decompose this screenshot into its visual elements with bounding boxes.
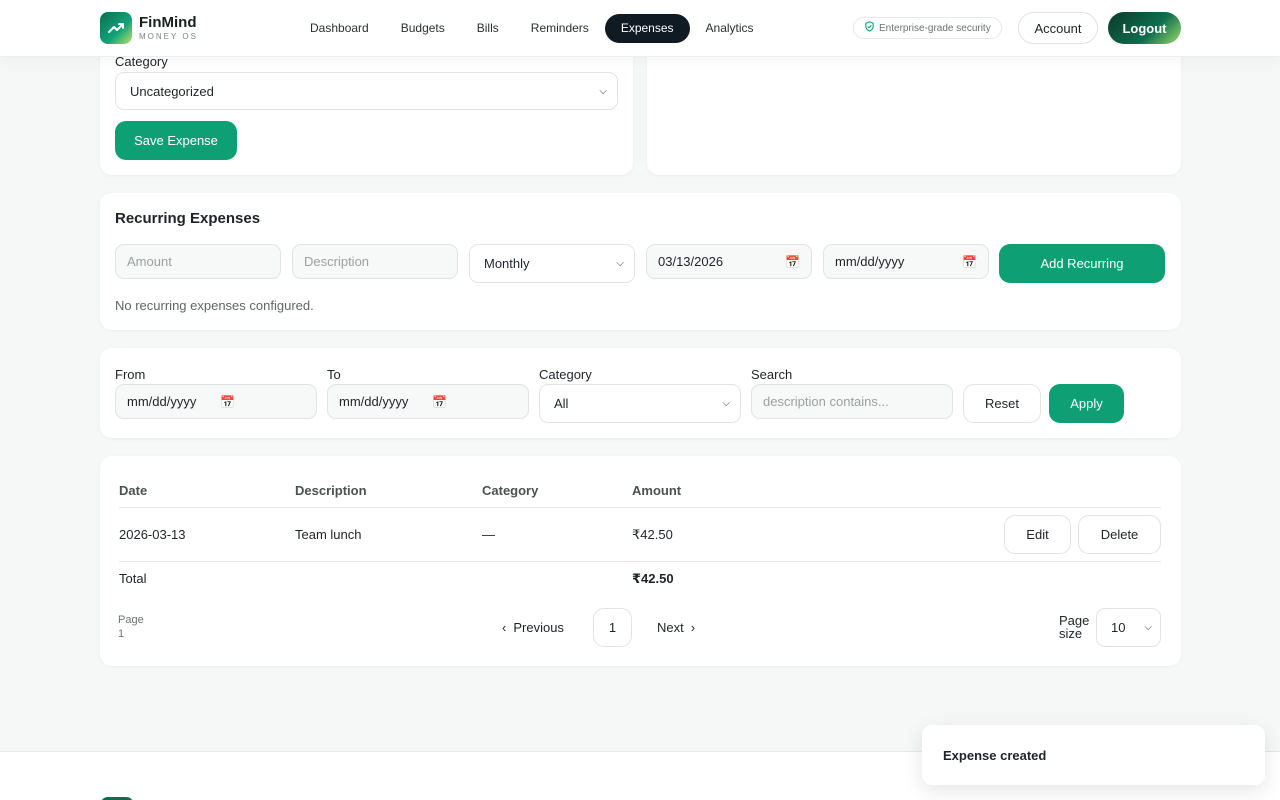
account-button[interactable]: Account [1018, 12, 1098, 44]
chevron-left-icon: ‹ [502, 620, 507, 635]
table-row-divider [119, 561, 1161, 562]
category-select[interactable]: Uncategorized ⌵ [115, 72, 618, 110]
filter-to-date-input[interactable]: mm/dd/yyyy 📅 [327, 384, 529, 419]
trend-up-icon [100, 12, 132, 44]
filter-category-value: All [554, 396, 569, 411]
col-header-amount: Amount [632, 483, 682, 498]
next-page-button[interactable]: Next › [657, 620, 695, 635]
col-header-description: Description [295, 483, 367, 498]
nav-item-expenses[interactable]: Expenses [604, 14, 690, 43]
total-label: Total [119, 571, 147, 586]
reset-button[interactable]: Reset [963, 384, 1041, 423]
security-badge-label: Enterprise-grade security [879, 22, 991, 34]
previous-page-button[interactable]: ‹ Previous [502, 620, 564, 635]
recurring-description-input[interactable]: Description [292, 244, 458, 279]
delete-button[interactable]: Delete [1078, 515, 1161, 554]
apply-button[interactable]: Apply [1049, 384, 1124, 423]
cell-amount: ₹42.50 [632, 527, 673, 542]
chevron-right-icon: › [690, 620, 696, 635]
brand-tagline: MONEY OS [139, 32, 198, 41]
chevron-down-icon: ⌵ [599, 85, 607, 97]
page-size-value: 10 [1111, 620, 1126, 635]
recurring-frequency-select[interactable]: Monthly ⌵ [469, 244, 635, 283]
nav-item-dashboard[interactable]: Dashboard [294, 14, 385, 43]
start-date-value: 03/13/2026 [658, 254, 724, 269]
nav-item-bills[interactable]: Bills [461, 14, 515, 43]
cell-description: Team lunch [295, 527, 362, 542]
category-select-value: Uncategorized [130, 83, 214, 99]
calendar-icon[interactable]: 📅 [432, 395, 447, 409]
shield-check-icon [864, 21, 875, 35]
chevron-down-icon: ⌵ [1144, 622, 1152, 633]
filter-category-select[interactable]: All ⌵ [539, 384, 741, 423]
filter-category-label: Category [539, 367, 592, 382]
recurring-title: Recurring Expenses [115, 210, 261, 227]
frequency-value: Monthly [484, 256, 530, 271]
filter-from-label: From [115, 367, 146, 382]
cell-date: 2026-03-13 [119, 527, 186, 542]
nav-item-reminders[interactable]: Reminders [515, 14, 605, 43]
nav-item-budgets[interactable]: Budgets [385, 14, 461, 43]
filter-search-input[interactable]: description contains... [751, 384, 953, 419]
calendar-icon[interactable]: 📅 [220, 395, 235, 409]
calendar-icon[interactable]: 📅 [962, 255, 977, 269]
chevron-down-icon: ⌵ [616, 258, 624, 269]
next-label: Next [657, 620, 684, 635]
logout-button[interactable]: Logout [1108, 12, 1181, 44]
recurring-start-date-input[interactable]: 03/13/2026 📅 [646, 244, 812, 279]
from-date-placeholder: mm/dd/yyyy [127, 394, 197, 409]
page-number-button[interactable]: 1 [593, 608, 632, 647]
filter-to-label: To [327, 367, 341, 382]
previous-label: Previous [513, 620, 564, 635]
main-nav: Dashboard Budgets Bills Reminders Expens… [294, 14, 770, 43]
chevron-down-icon: ⌵ [722, 398, 730, 409]
calendar-icon[interactable]: 📅 [785, 255, 800, 269]
security-badge: Enterprise-grade security [853, 17, 1002, 39]
end-date-placeholder: mm/dd/yyyy [835, 254, 905, 269]
cell-category: — [482, 527, 495, 542]
brand[interactable]: FinMind MONEY OS [100, 12, 198, 44]
table-header-divider [119, 507, 1161, 508]
filter-from-date-input[interactable]: mm/dd/yyyy 📅 [115, 384, 317, 419]
col-header-category: Category [482, 483, 539, 498]
nav-item-analytics[interactable]: Analytics [690, 14, 770, 43]
to-date-placeholder: mm/dd/yyyy [339, 394, 409, 409]
page-indicator-label: Page [118, 614, 144, 626]
save-expense-button[interactable]: Save Expense [115, 121, 237, 160]
page-size-label-line2: size [1059, 626, 1083, 641]
toast-notification: Expense created [922, 725, 1265, 785]
edit-button[interactable]: Edit [1004, 515, 1071, 554]
brand-name: FinMind [139, 14, 197, 31]
total-value: ₹42.50 [632, 571, 674, 586]
add-recurring-button[interactable]: Add Recurring [999, 244, 1165, 283]
top-navigation-bar: FinMind MONEY OS Dashboard Budgets Bills… [0, 0, 1280, 57]
filter-search-label: Search [751, 367, 793, 382]
recurring-end-date-input[interactable]: mm/dd/yyyy 📅 [823, 244, 989, 279]
page-size-select[interactable]: 10 ⌵ [1096, 608, 1161, 647]
page-indicator-value: 1 [118, 628, 125, 640]
recurring-amount-input[interactable]: Amount [115, 244, 281, 279]
recurring-empty-state: No recurring expenses configured. [115, 298, 314, 313]
col-header-date: Date [119, 483, 148, 498]
